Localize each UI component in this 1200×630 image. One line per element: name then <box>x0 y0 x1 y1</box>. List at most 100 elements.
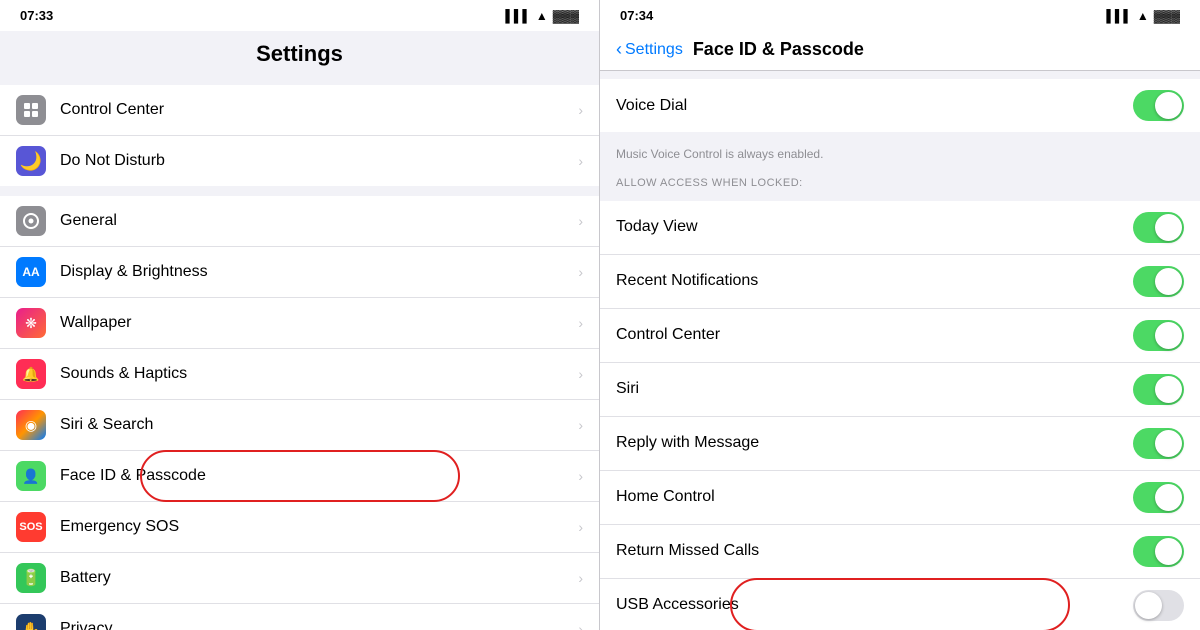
voice-dial-section: Voice Dial <box>600 79 1200 132</box>
general-icon <box>16 206 46 236</box>
locked-section-header: ALLOW ACCESS WHEN LOCKED: <box>600 171 1200 193</box>
reply-message-knob <box>1155 430 1182 457</box>
voice-dial-toggle[interactable] <box>1133 90 1184 121</box>
right-time: 07:34 <box>620 8 653 23</box>
display-chevron: › <box>578 264 583 280</box>
siri-search-label: Siri & Search <box>60 416 578 434</box>
do-not-disturb-icon: 🌙 <box>16 146 46 176</box>
right-control-center-toggle[interactable] <box>1133 320 1184 351</box>
row-control-center[interactable]: Control Center › <box>0 85 599 136</box>
row-right-control-center[interactable]: Control Center <box>600 309 1200 363</box>
row-sounds-haptics[interactable]: 🔔 Sounds & Haptics › <box>0 349 599 400</box>
row-usb-accessories[interactable]: USB Accessories <box>600 579 1200 630</box>
emergency-sos-icon: SOS <box>16 512 46 542</box>
row-siri-search[interactable]: ◉ Siri & Search › <box>0 400 599 451</box>
row-home-control[interactable]: Home Control <box>600 471 1200 525</box>
settings-list: Control Center › 🌙 Do Not Disturb › Gene… <box>0 75 599 630</box>
right-panel-title: Face ID & Passcode <box>693 39 864 60</box>
face-id-label: Face ID & Passcode <box>60 467 578 485</box>
usb-accessories-label: USB Accessories <box>616 596 1133 614</box>
siri-toggle[interactable] <box>1133 374 1184 405</box>
left-status-bar: 07:33 ▌▌▌ ▲ ▓▓▓ <box>0 0 599 31</box>
voice-dial-subtext: Music Voice Control is always enabled. <box>600 140 1200 171</box>
right-battery-icon: ▓▓▓ <box>1154 9 1180 23</box>
today-view-label: Today View <box>616 218 1133 236</box>
battery-label: Battery <box>60 569 578 587</box>
right-panel: 07:34 ▌▌▌ ▲ ▓▓▓ ‹ Settings Face ID & Pas… <box>600 0 1200 630</box>
row-privacy[interactable]: ✋ Privacy › <box>0 604 599 630</box>
return-missed-calls-label: Return Missed Calls <box>616 542 1133 560</box>
row-today-view[interactable]: Today View <box>600 201 1200 255</box>
privacy-chevron: › <box>578 621 583 630</box>
right-nav-bar: ‹ Settings Face ID & Passcode <box>600 31 1200 71</box>
back-label: Settings <box>625 41 683 59</box>
row-recent-notifications[interactable]: Recent Notifications <box>600 255 1200 309</box>
recent-notifications-label: Recent Notifications <box>616 272 1133 290</box>
sounds-haptics-label: Sounds & Haptics <box>60 365 578 383</box>
privacy-icon: ✋ <box>16 614 46 630</box>
siri-search-icon: ◉ <box>16 410 46 440</box>
display-brightness-icon: AA <box>16 257 46 287</box>
row-general[interactable]: General › <box>0 196 599 247</box>
right-status-icons: ▌▌▌ ▲ ▓▓▓ <box>1106 9 1180 23</box>
privacy-label: Privacy <box>60 620 578 630</box>
voice-dial-toggle-knob <box>1155 92 1182 119</box>
emergency-chevron: › <box>578 519 583 535</box>
row-reply-with-message[interactable]: Reply with Message <box>600 417 1200 471</box>
control-center-icon <box>16 95 46 125</box>
usb-knob <box>1135 592 1162 619</box>
signal-icon: ▌▌▌ <box>505 9 531 23</box>
settings-section-1: Control Center › 🌙 Do Not Disturb › <box>0 85 599 186</box>
right-signal-icon: ▌▌▌ <box>1106 9 1132 23</box>
sounds-haptics-icon: 🔔 <box>16 359 46 389</box>
row-return-missed-calls[interactable]: Return Missed Calls <box>600 525 1200 579</box>
sounds-chevron: › <box>578 366 583 382</box>
siri-chevron: › <box>578 417 583 433</box>
reply-with-message-label: Reply with Message <box>616 434 1133 452</box>
wallpaper-chevron: › <box>578 315 583 331</box>
left-panel: 07:33 ▌▌▌ ▲ ▓▓▓ Settings Control Cente <box>0 0 600 630</box>
battery-icon: ▓▓▓ <box>553 9 579 23</box>
settings-title: Settings <box>0 31 599 75</box>
battery-icon-row: 🔋 <box>16 563 46 593</box>
right-content: Voice Dial Music Voice Control is always… <box>600 71 1200 630</box>
reply-message-toggle[interactable] <box>1133 428 1184 459</box>
right-status-bar: 07:34 ▌▌▌ ▲ ▓▓▓ <box>600 0 1200 31</box>
return-missed-calls-toggle[interactable] <box>1133 536 1184 567</box>
right-wifi-icon: ▲ <box>1137 9 1149 23</box>
row-battery[interactable]: 🔋 Battery › <box>0 553 599 604</box>
row-display-brightness[interactable]: AA Display & Brightness › <box>0 247 599 298</box>
back-button[interactable]: ‹ Settings <box>616 39 683 60</box>
face-id-icon: 👤 <box>16 461 46 491</box>
row-siri[interactable]: Siri <box>600 363 1200 417</box>
left-time: 07:33 <box>20 8 53 23</box>
do-not-disturb-label: Do Not Disturb <box>60 152 578 170</box>
face-id-chevron: › <box>578 468 583 484</box>
today-view-knob <box>1155 214 1182 241</box>
row-wallpaper[interactable]: ❋ Wallpaper › <box>0 298 599 349</box>
row-face-id-passcode[interactable]: 👤 Face ID & Passcode › <box>0 451 599 502</box>
return-calls-knob <box>1155 538 1182 565</box>
row-emergency-sos[interactable]: SOS Emergency SOS › <box>0 502 599 553</box>
recent-notifications-toggle[interactable] <box>1133 266 1184 297</box>
siri-knob <box>1155 376 1182 403</box>
siri-label: Siri <box>616 380 1133 398</box>
general-chevron: › <box>578 213 583 229</box>
row-voice-dial[interactable]: Voice Dial <box>600 79 1200 132</box>
today-view-toggle[interactable] <box>1133 212 1184 243</box>
back-chevron-icon: ‹ <box>616 39 622 60</box>
home-control-knob <box>1155 484 1182 511</box>
battery-chevron: › <box>578 570 583 586</box>
usb-accessories-toggle[interactable] <box>1133 590 1184 621</box>
control-center-chevron: › <box>578 102 583 118</box>
right-cc-knob <box>1155 322 1182 349</box>
recent-notifications-knob <box>1155 268 1182 295</box>
locked-rows-section: Today View Recent Notifications Control … <box>600 201 1200 630</box>
control-center-label: Control Center <box>60 101 578 119</box>
wallpaper-label: Wallpaper <box>60 314 578 332</box>
display-brightness-label: Display & Brightness <box>60 263 578 281</box>
row-do-not-disturb[interactable]: 🌙 Do Not Disturb › <box>0 136 599 186</box>
right-control-center-label: Control Center <box>616 326 1133 344</box>
home-control-toggle[interactable] <box>1133 482 1184 513</box>
wifi-icon: ▲ <box>536 9 548 23</box>
